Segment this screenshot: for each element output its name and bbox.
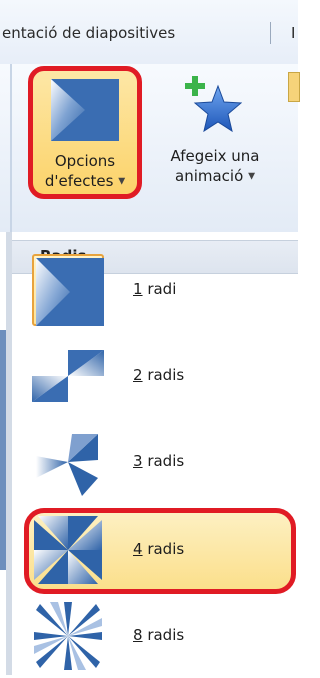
- menu-item-8-radis[interactable]: 8 radis: [28, 596, 298, 678]
- spoke-1-icon: [32, 254, 104, 326]
- tab-slideshow[interactable]: entació de diapositives: [2, 24, 175, 42]
- menu-item-text: radis: [142, 540, 185, 558]
- menu-item-label: 3 radis: [133, 452, 184, 470]
- add-animation-button[interactable]: Afegeix una animació ▼: [150, 66, 280, 196]
- menu-item-text: radis: [142, 452, 185, 470]
- menu-item-3-radis[interactable]: 3 radis: [28, 422, 298, 504]
- spoke-2-icon: [32, 340, 104, 412]
- spoke-4-icon: [32, 514, 104, 586]
- effect-options-icon: [51, 79, 119, 141]
- menu-item-text: radis: [142, 366, 185, 384]
- menu-item-label: 4 radis: [133, 540, 184, 558]
- chevron-down-icon: ▼: [248, 171, 255, 182]
- menu-item-2-radis[interactable]: 2 radis: [28, 336, 298, 418]
- tab-next-fragment[interactable]: I: [291, 24, 295, 42]
- effect-options-label-2: d'efectes: [44, 172, 114, 190]
- ribbon-tab-strip: entació de diapositives I: [0, 0, 298, 65]
- add-animation-star-icon: [182, 74, 242, 134]
- menu-item-label: 8 radis: [133, 626, 184, 644]
- add-animation-label-2-wrap: animació ▼: [150, 166, 280, 187]
- next-ribbon-control[interactable]: [288, 72, 300, 102]
- menu-left-bar: [6, 232, 12, 675]
- tab-separator: [270, 22, 271, 44]
- effect-options-label-2-wrap: d'efectes ▼: [33, 171, 137, 192]
- accelerator-key: 4: [133, 540, 143, 558]
- accelerator-key: 1: [133, 280, 143, 298]
- accelerator-key: 2: [133, 366, 143, 384]
- menu-item-label: 2 radis: [133, 366, 184, 384]
- spoke-3-icon: [32, 426, 104, 498]
- accelerator-key: 3: [133, 452, 143, 470]
- add-animation-label-2: animació: [175, 167, 244, 185]
- menu-item-text: radis: [142, 626, 185, 644]
- menu-item-text: radi: [142, 280, 177, 298]
- menu-item-1-radi[interactable]: 1 radi: [28, 250, 298, 332]
- accelerator-key: 8: [133, 626, 143, 644]
- add-animation-label-1: Afegeix una: [170, 147, 260, 165]
- menu-item-label: 1 radi: [133, 280, 176, 298]
- ribbon-edge: [10, 64, 12, 232]
- chevron-down-icon: ▼: [118, 176, 126, 187]
- menu-item-4-radis[interactable]: 4 radis: [28, 510, 298, 592]
- spoke-8-icon: [32, 600, 104, 672]
- effect-options-button[interactable]: Opcions d'efectes ▼: [28, 66, 142, 199]
- effect-options-label-1: Opcions: [54, 152, 116, 170]
